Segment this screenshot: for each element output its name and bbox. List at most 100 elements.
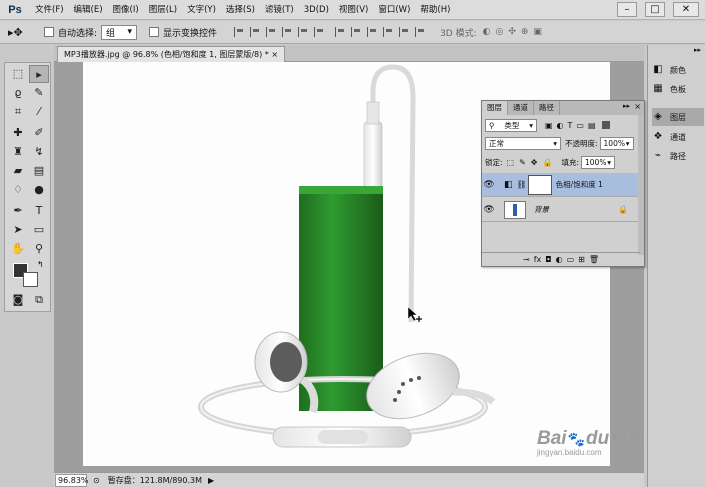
- dock-layers[interactable]: ◈ 图层: [652, 108, 704, 126]
- link-chain-icon[interactable]: ⛓: [517, 180, 527, 189]
- swap-colors-icon[interactable]: ↰: [37, 260, 44, 269]
- eraser-tool-icon[interactable]: ▰: [8, 162, 28, 180]
- new-group-icon[interactable]: ▭: [567, 255, 575, 264]
- healing-tool-icon[interactable]: ✚: [8, 124, 28, 142]
- zoom-field[interactable]: 96.83%: [55, 473, 89, 487]
- menu-3d[interactable]: 3D(D): [299, 0, 334, 20]
- background-color-swatch[interactable]: [23, 272, 38, 287]
- align-left-icon[interactable]: [282, 27, 292, 37]
- layer-row[interactable]: 👁 背景 🔒: [482, 198, 640, 222]
- tab-channels[interactable]: 通道: [508, 101, 534, 115]
- dock-swatches[interactable]: ▦ 色板: [652, 80, 704, 98]
- layer-thumbnail[interactable]: [504, 200, 526, 219]
- distribute-top-icon[interactable]: [335, 27, 345, 37]
- fill-input[interactable]: 100% ▾: [581, 156, 615, 169]
- menu-type[interactable]: 文字(Y): [182, 0, 221, 20]
- align-hcenter-icon[interactable]: [298, 27, 308, 37]
- history-brush-tool-icon[interactable]: ↯: [29, 143, 49, 161]
- menu-window[interactable]: 窗口(W): [373, 0, 415, 20]
- marquee-tool-icon[interactable]: ⬚: [8, 65, 28, 83]
- new-layer-icon[interactable]: ⊞: [578, 255, 585, 264]
- collapse-dock-icon[interactable]: ▸▸: [694, 46, 701, 54]
- distribute-hcenter-icon[interactable]: [399, 27, 409, 37]
- screen-mode-icon[interactable]: ⧉: [29, 291, 49, 309]
- status-menu-icon[interactable]: ▶: [208, 476, 214, 485]
- stamp-tool-icon[interactable]: ♜: [8, 143, 28, 161]
- filter-row: ⚲ 类型 ▾ ▣◐T▭▤: [482, 117, 646, 133]
- menu-view[interactable]: 视图(V): [334, 0, 373, 20]
- menu-layer[interactable]: 图层(L): [144, 0, 182, 20]
- tab-close-icon[interactable]: ×: [271, 50, 278, 59]
- crop-tool-icon[interactable]: ⌗: [8, 103, 28, 121]
- quick-select-tool-icon[interactable]: ✎: [29, 84, 49, 102]
- watermark-product: 经验: [612, 431, 645, 448]
- restore-icon[interactable]: □: [645, 2, 665, 17]
- menu-help[interactable]: 帮助(H): [415, 0, 455, 20]
- layer-mask-thumbnail[interactable]: [527, 174, 552, 195]
- menu-file[interactable]: 文件(F): [30, 0, 69, 20]
- pen-tool-icon[interactable]: ✒: [8, 202, 28, 220]
- filter-type-icons[interactable]: ▣◐T▭▤: [545, 121, 600, 130]
- lasso-tool-icon[interactable]: ϱ: [8, 84, 28, 102]
- close-icon[interactable]: ✕: [673, 2, 699, 17]
- 3d-mode-icons[interactable]: ◐◎✣⊕▣: [483, 27, 547, 37]
- dock-color[interactable]: ◧ 颜色: [652, 61, 704, 79]
- align-right-icon[interactable]: [314, 27, 324, 37]
- lock-icons[interactable]: ⬚✎✥🔒: [507, 158, 558, 167]
- align-bottom-icon[interactable]: [266, 27, 276, 37]
- blur-tool-icon[interactable]: ♢: [8, 181, 28, 199]
- watermark-brand-2: du: [586, 428, 610, 449]
- menu-image[interactable]: 图像(I): [108, 0, 144, 20]
- visibility-eye-icon[interactable]: 👁: [482, 205, 496, 215]
- path-select-tool-icon[interactable]: ➤: [8, 221, 28, 239]
- add-mask-icon[interactable]: ◘: [545, 255, 551, 264]
- opacity-input[interactable]: 100% ▾: [599, 137, 634, 150]
- move-tool-preset-icon[interactable]: ▸✥: [8, 23, 38, 42]
- dock-channels[interactable]: ❖ 通道: [652, 128, 704, 146]
- dock-paths[interactable]: ⌁ 路径: [652, 147, 704, 165]
- shape-tool-icon[interactable]: ▭: [29, 221, 49, 239]
- align-top-icon[interactable]: [234, 27, 244, 37]
- visibility-eye-icon[interactable]: 👁: [482, 180, 496, 190]
- fx-icon[interactable]: fx: [534, 255, 542, 264]
- options-bar: ▸✥ 自动选择: 组 ▾ 显示变换控件 3D 模式: ◐◎✣⊕▣: [0, 21, 705, 44]
- distribute-bottom-icon[interactable]: [367, 27, 377, 37]
- menu-edit[interactable]: 编辑(E): [69, 0, 108, 20]
- eyedropper-tool-icon[interactable]: ⁄: [29, 103, 49, 121]
- show-transform-checkbox[interactable]: [149, 27, 160, 37]
- menu-bar: Ps 文件(F) 编辑(E) 图像(I) 图层(L) 文字(Y) 选择(S) 滤…: [0, 0, 705, 20]
- menu-select[interactable]: 选择(S): [221, 0, 260, 20]
- panel-close-icon[interactable]: ×: [634, 102, 641, 111]
- delete-layer-icon[interactable]: 🗑: [589, 255, 599, 264]
- auto-select-dropdown[interactable]: 组 ▾: [101, 24, 138, 40]
- document-tab[interactable]: MP3播放器.jpg @ 96.8% (色相/饱和度 1, 图层蒙版/8) * …: [57, 46, 286, 62]
- distribute-vcenter-icon[interactable]: [351, 27, 361, 37]
- tab-paths[interactable]: 路径: [534, 101, 560, 115]
- hand-tool-icon[interactable]: ✋: [8, 240, 28, 258]
- blend-mode-dropdown[interactable]: 正常 ▾: [485, 137, 561, 150]
- align-vcenter-icon[interactable]: [250, 27, 260, 37]
- link-layers-icon[interactable]: ⊸: [523, 255, 530, 264]
- text-tool-icon[interactable]: T: [29, 202, 49, 220]
- layers-scrollbar[interactable]: [638, 115, 644, 255]
- distribute-right-icon[interactable]: [415, 27, 425, 37]
- distribute-left-icon[interactable]: [383, 27, 393, 37]
- new-adjustment-icon[interactable]: ◐: [556, 255, 563, 264]
- layer-filter-dropdown[interactable]: ⚲ 类型 ▾: [485, 118, 537, 132]
- gradient-tool-icon[interactable]: ▤: [29, 162, 49, 180]
- dock-color-label: 颜色: [670, 65, 686, 75]
- tab-layers[interactable]: 图层: [482, 101, 508, 115]
- layer-row[interactable]: 👁 ◧ ⛓ 色相/饱和度 1: [482, 173, 640, 197]
- auto-select-checkbox[interactable]: [44, 27, 54, 37]
- move-tool-icon[interactable]: ▸: [29, 65, 49, 83]
- zoom-tool-icon[interactable]: ⚲: [29, 240, 49, 258]
- status-info-icon[interactable]: ⊙: [93, 476, 100, 485]
- brush-tool-icon[interactable]: ✐: [29, 124, 49, 142]
- panel-collapse-icon[interactable]: ▸▸: [623, 102, 630, 110]
- dodge-tool-icon[interactable]: ●: [29, 181, 49, 199]
- minimize-icon[interactable]: –: [617, 2, 637, 17]
- menu-filter[interactable]: 滤镜(T): [260, 0, 299, 20]
- filter-toggle-icon[interactable]: [601, 121, 610, 129]
- quick-mask-icon[interactable]: ◙: [8, 291, 28, 309]
- watermark: Bai 🐾 du 经验 jingyan.baidu.com: [537, 425, 644, 457]
